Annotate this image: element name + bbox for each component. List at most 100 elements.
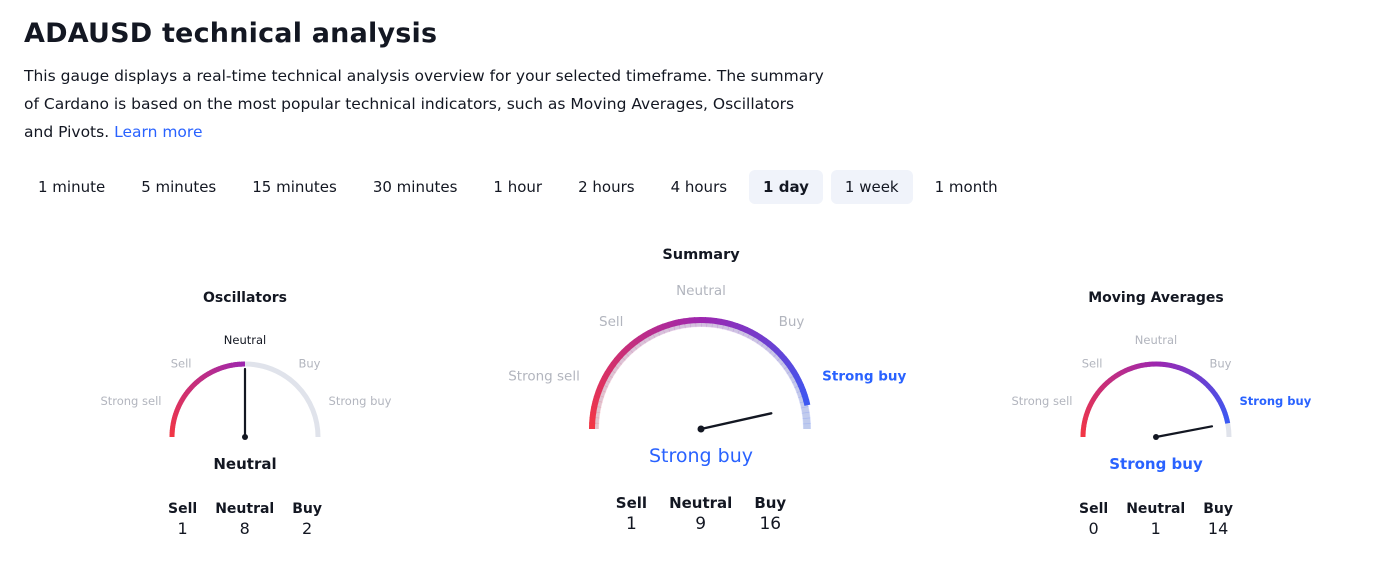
gauge-fill [735,322,744,331]
gauge-fill [798,383,806,393]
gauge-fill-shadow [619,350,630,361]
sell-count: Sell 0 [1079,501,1108,538]
gauge-fill [1114,371,1121,379]
gauge-fill [208,369,214,376]
gauge-fill [205,371,211,377]
gauge-fill [1127,365,1134,372]
gauge-fill-shadow [593,399,603,408]
gauge-fill-shadow [796,389,806,399]
gauge-needle [699,412,773,431]
gauge-fill-shadow [683,319,691,329]
gauge-fill [197,376,203,383]
gauge-fill [171,418,177,423]
gauge-fill [662,321,671,330]
zone-label-buy: Buy [298,356,320,370]
gauge-fill-shadow [706,319,714,328]
sell-count-value: 0 [1088,519,1099,538]
gauge-fill-shadow [651,328,661,339]
gauge-fill [633,335,643,345]
gauge-fill-shadow [711,319,719,329]
gauge-fill-shadow [602,373,613,383]
gauge-fill [1170,363,1176,369]
gauge-fill [193,380,199,386]
gauge-fill [1137,362,1144,369]
gauge-fill [183,390,190,396]
gauge-fill [185,388,191,395]
gauge-fill [617,349,627,359]
gauge-fill [610,357,620,367]
gauge-fill [1189,370,1196,378]
gauge-fill [1198,376,1205,384]
gauge-fill [180,395,187,401]
tab-4-hours[interactable]: 4 hours [657,170,741,204]
gauge-fill [1186,368,1193,376]
zone-label-neutral: Neutral [1135,333,1177,347]
tab-5-minutes[interactable]: 5 minutes [127,170,230,204]
gauge-fill [186,387,192,393]
gauge-fill [599,375,608,385]
gauge-title: Moving Averages [1088,290,1224,306]
gauge-fill [194,379,200,385]
gauge-fill [1195,374,1202,382]
tab-2-hours[interactable]: 2 hours [564,170,648,204]
gauge-fill [1117,369,1124,377]
gauge-fill [214,366,219,373]
tab-30-minutes[interactable]: 30 minutes [359,170,472,204]
gauge-fill-shadow [760,340,771,351]
gauge-fill [730,321,739,329]
gauge-fill-shadow [794,384,804,394]
gauge-fill [602,370,611,380]
gauge-fill [219,364,224,371]
tab-1-minute[interactable]: 1 minute [24,170,119,204]
gauge-fill [223,363,228,370]
gauge-fill [182,392,189,398]
gauge-fill-shadow [756,336,767,347]
buy-count-label: Buy [754,494,787,512]
gauge-fill [1082,414,1089,420]
buy-count-value: 14 [1207,519,1229,538]
gauge-fill-shadow [747,330,757,341]
gauge-fill [188,384,195,390]
gauge-fill [790,369,800,378]
gauge-fill-shadow [598,383,609,393]
sell-count: Sell 1 [616,494,647,534]
gauge-fill-shadow [612,359,623,370]
gauge-fill-shadow [667,322,676,332]
description: This gauge displays a real-time technica… [24,62,824,146]
buy-count: Buy 2 [292,501,322,538]
gauge-fill-shadow [592,405,602,414]
gauge-fill-shadow [786,369,797,379]
gauge-fill [720,318,728,327]
tab-1-day[interactable]: 1 day [749,170,823,204]
tab-1-month[interactable]: 1 month [921,170,1012,204]
gauge-fill [221,364,226,370]
gauge-fill [799,388,808,397]
gauge-fill [652,325,661,334]
gauge-fill [200,374,206,380]
neutral-count: Neutral 1 [1126,501,1185,538]
gauge-fill [1166,362,1172,369]
tab-1-week[interactable]: 1 week [830,170,913,204]
gauge-fill [770,344,780,354]
gauge-fill [1083,410,1090,417]
tab-1-hour[interactable]: 1 hour [479,170,556,204]
tab-15-minutes[interactable]: 15 minutes [238,170,351,204]
gauge-fill [1141,362,1147,368]
gauge-fill [1091,394,1098,401]
gauge-fill-shadow [636,336,647,347]
gauge-needle [1154,425,1214,439]
zone-label-strong-buy: Strong buy [329,394,392,408]
neutral-count-label: Neutral [215,501,275,517]
gauge-fill [597,380,606,389]
gauge-fill [1203,381,1211,388]
gauge-fill [590,406,598,414]
gauge-fill [207,370,212,376]
gauge-track [169,361,321,438]
gauge-fill [801,394,810,402]
gauge-fill [715,317,723,325]
gauge-fill [216,366,221,372]
learn-more-link[interactable]: Learn more [114,123,202,141]
gauge-fill-shadow [661,324,671,334]
gauge-fill [1086,404,1093,410]
buy-count: Buy 16 [754,494,786,534]
